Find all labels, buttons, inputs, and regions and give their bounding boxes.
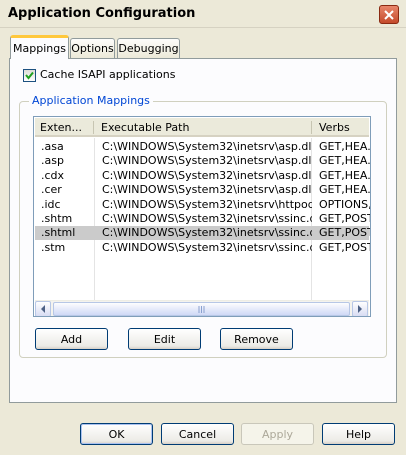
- tab-mappings-label: Mappings: [13, 42, 66, 55]
- table-row[interactable]: .idc C:\WINDOWS\System32\inetsrv\httpod..…: [35, 197, 370, 212]
- cache-isapi-label[interactable]: Cache ISAPI applications: [40, 68, 175, 81]
- grip-icon: [198, 305, 204, 313]
- cell-verbs: GET,POST: [319, 226, 370, 240]
- window-title: Application Configuration: [8, 6, 196, 21]
- cell-verbs: GET,POST: [319, 240, 370, 254]
- edit-button[interactable]: Edit: [128, 328, 201, 350]
- help-button[interactable]: Help: [322, 423, 395, 445]
- table-row[interactable]: .shtm C:\WINDOWS\System32\inetsrv\ssinc.d…: [35, 212, 370, 226]
- cell-executable-path: C:\WINDOWS\System32\inetsrv\ssinc.dll: [102, 212, 312, 225]
- cell-executable-path: C:\WINDOWS\System32\inetsrv\asp.dll: [102, 168, 312, 182]
- cancel-button[interactable]: Cancel: [161, 423, 234, 445]
- cell-extension: .cer: [41, 183, 62, 197]
- arrow-right-icon: [358, 305, 362, 313]
- close-icon: [384, 9, 394, 20]
- horizontal-scrollbar[interactable]: [35, 300, 369, 316]
- column-header-extension[interactable]: Exten...: [35, 118, 93, 137]
- ok-button[interactable]: OK: [80, 423, 153, 445]
- apply-button[interactable]: Apply: [241, 423, 314, 445]
- tab-options-label: Options: [71, 42, 114, 55]
- cell-verbs: OPTIONS,..: [319, 197, 370, 211]
- arrow-left-icon: [41, 305, 45, 313]
- checkmark-icon: [25, 71, 34, 80]
- cell-executable-path: C:\WINDOWS\System32\inetsrv\ssinc.dll: [102, 226, 312, 240]
- cell-extension: .shtml: [41, 226, 76, 240]
- cell-executable-path: C:\WINDOWS\System32\inetsrv\asp.dll: [102, 154, 312, 168]
- cache-isapi-checkbox[interactable]: [23, 69, 36, 82]
- cell-verbs: GET,HEA..: [319, 183, 370, 197]
- close-button[interactable]: [379, 5, 399, 24]
- group-legend: Application Mappings: [29, 94, 153, 107]
- table-row[interactable]: .cer C:\WINDOWS\System32\inetsrv\asp.dll G…: [35, 183, 370, 197]
- scroll-thumb[interactable]: [53, 302, 350, 316]
- cell-verbs: GET,POST: [319, 212, 370, 225]
- cell-extension: .shtm: [41, 212, 73, 225]
- table-row[interactable]: .stm C:\WINDOWS\System32\inetsrv\ssinc.dl…: [35, 240, 370, 255]
- cell-verbs: GET,HEA..: [319, 140, 370, 153]
- cell-extension: .cdx: [41, 168, 65, 182]
- cell-verbs: GET,HEA..: [319, 168, 370, 182]
- tab-debugging-label: Debugging: [118, 42, 179, 55]
- column-divider[interactable]: [93, 121, 94, 134]
- table-row[interactable]: .shtml C:\WINDOWS\System32\inetsrv\ssinc.…: [35, 226, 370, 241]
- cell-executable-path: C:\WINDOWS\System32\inetsrv\asp.dll: [102, 183, 312, 197]
- tab-options[interactable]: Options: [70, 38, 115, 58]
- cell-executable-path: C:\WINDOWS\System32\inetsrv\ssinc.dll: [102, 240, 312, 254]
- cell-extension: .idc: [41, 197, 61, 211]
- tab-mappings[interactable]: Mappings: [10, 35, 69, 59]
- cell-executable-path: C:\WINDOWS\System32\inetsrv\asp.dll: [102, 140, 312, 153]
- scroll-right-button[interactable]: [352, 301, 368, 316]
- cell-executable-path: C:\WINDOWS\System32\inetsrv\httpod...: [102, 197, 312, 211]
- title-bar: Application Configuration: [0, 0, 406, 28]
- tab-debugging[interactable]: Debugging: [117, 38, 180, 58]
- add-button[interactable]: Add: [35, 328, 108, 350]
- scroll-left-button[interactable]: [35, 301, 51, 316]
- list-header: Exten... Executable Path Verbs: [35, 118, 369, 137]
- remove-button[interactable]: Remove: [220, 328, 293, 350]
- table-row[interactable]: .asp C:\WINDOWS\System32\inetsrv\asp.dll G…: [35, 154, 370, 168]
- table-row[interactable]: .cdx C:\WINDOWS\System32\inetsrv\asp.dll G…: [35, 168, 370, 183]
- cell-extension: .asp: [41, 154, 64, 168]
- column-divider[interactable]: [311, 121, 312, 134]
- mappings-list[interactable]: Exten... Executable Path Verbs .asa C:\WI…: [33, 116, 371, 317]
- cell-extension: .asa: [41, 140, 64, 153]
- cell-extension: .stm: [41, 240, 66, 254]
- cell-verbs: GET,HEA..: [319, 154, 370, 168]
- column-header-verbs[interactable]: Verbs: [314, 118, 370, 137]
- column-header-executable-path[interactable]: Executable Path: [96, 118, 311, 137]
- table-row[interactable]: .asa C:\WINDOWS\System32\inetsrv\asp.dll G…: [35, 140, 370, 154]
